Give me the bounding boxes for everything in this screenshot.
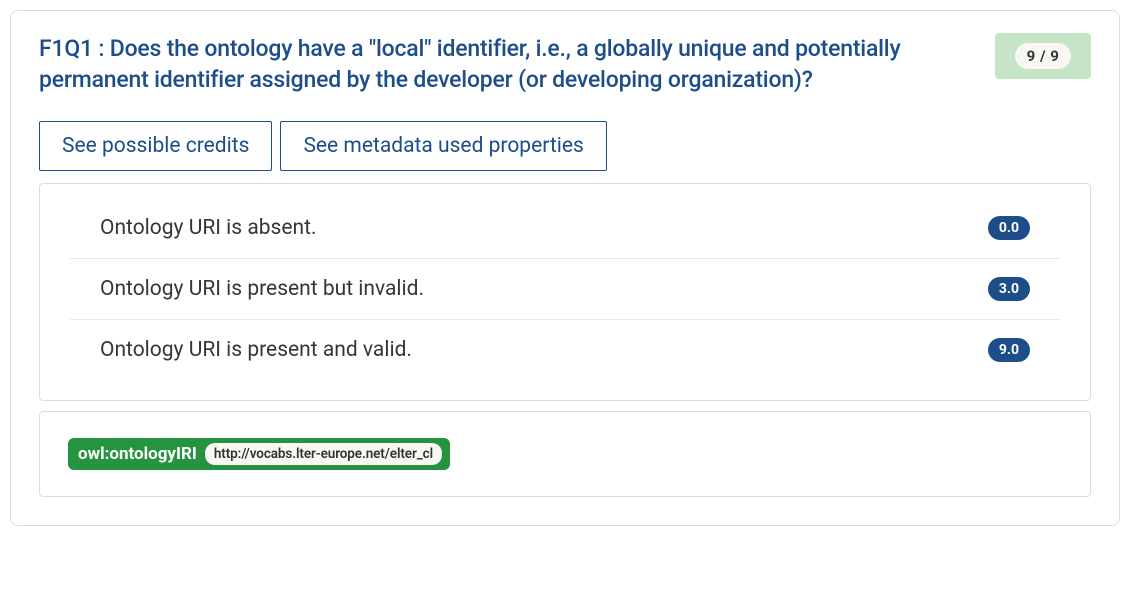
question-card: F1Q1 : Does the ontology have a "local" … bbox=[10, 10, 1120, 526]
score-badge: 9 / 9 bbox=[995, 33, 1091, 79]
metadata-tag: owl:ontologyIRI http://vocabs.lter-europ… bbox=[68, 438, 450, 470]
score-value: 9 / 9 bbox=[1015, 43, 1072, 69]
header-row: F1Q1 : Does the ontology have a "local" … bbox=[39, 33, 1091, 95]
see-metadata-button[interactable]: See metadata used properties bbox=[280, 121, 606, 171]
credit-row: Ontology URI is present and valid. 9.0 bbox=[70, 320, 1060, 380]
metadata-property: owl:ontologyIRI bbox=[78, 444, 197, 464]
question-title: F1Q1 : Does the ontology have a "local" … bbox=[39, 33, 975, 95]
credit-label: Ontology URI is present and valid. bbox=[100, 338, 412, 362]
metadata-panel: owl:ontologyIRI http://vocabs.lter-europ… bbox=[39, 411, 1091, 497]
button-row: See possible credits See metadata used p… bbox=[39, 121, 1091, 171]
credits-panel: Ontology URI is absent. 0.0 Ontology URI… bbox=[39, 183, 1091, 401]
credit-value: 3.0 bbox=[988, 277, 1030, 301]
credit-value: 9.0 bbox=[988, 338, 1030, 362]
credit-row: Ontology URI is present but invalid. 3.0 bbox=[70, 259, 1060, 320]
credit-row: Ontology URI is absent. 0.0 bbox=[70, 198, 1060, 259]
see-credits-button[interactable]: See possible credits bbox=[39, 121, 272, 171]
credit-label: Ontology URI is absent. bbox=[100, 216, 317, 240]
credit-value: 0.0 bbox=[988, 216, 1030, 240]
metadata-uri: http://vocabs.lter-europe.net/elter_cl bbox=[205, 443, 442, 465]
credit-label: Ontology URI is present but invalid. bbox=[100, 277, 424, 301]
